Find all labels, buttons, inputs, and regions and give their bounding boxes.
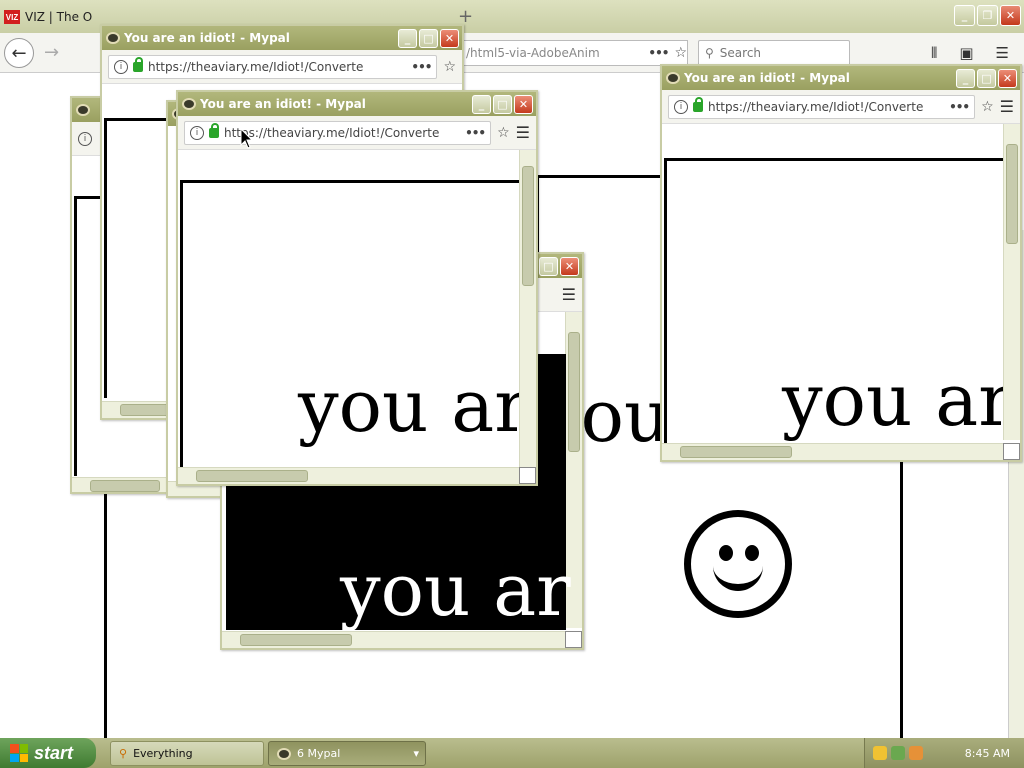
minimize-button[interactable]: _ bbox=[472, 94, 491, 114]
page-actions-icon[interactable]: ••• bbox=[648, 46, 669, 60]
network-icon[interactable] bbox=[891, 746, 905, 760]
idiot-text-white: you ar bbox=[340, 548, 571, 632]
arrow-right-icon: → bbox=[44, 42, 60, 63]
back-button[interactable]: ← bbox=[4, 38, 34, 68]
popup-url-text: https://theaviary.me/Idiot!/Converte bbox=[148, 59, 364, 74]
maximize-button[interactable]: □ bbox=[419, 28, 438, 48]
mypal-icon bbox=[666, 72, 680, 84]
smiley-face-icon bbox=[684, 510, 792, 618]
restore-button[interactable]: ❐ bbox=[977, 5, 998, 26]
info-icon[interactable]: i bbox=[674, 99, 688, 114]
frame-line-left bbox=[104, 470, 107, 738]
star-icon[interactable]: ☆ bbox=[443, 59, 456, 75]
maximize-button[interactable]: □ bbox=[977, 68, 996, 88]
search-tray-icon[interactable] bbox=[909, 746, 923, 760]
taskbar-item-mypal[interactable]: 6 Mypal ▾ bbox=[268, 741, 426, 766]
popup-window-front[interactable]: You are an idiot! - Mypal _ □ ✕ i https://… bbox=[176, 90, 538, 486]
minimize-button[interactable]: _ bbox=[398, 28, 417, 48]
page-actions-icon[interactable]: ••• bbox=[411, 60, 432, 74]
popup-nav-bar: i https://theaviary.me/Idiot!/Converte •… bbox=[178, 116, 536, 150]
close-button[interactable]: ✕ bbox=[998, 68, 1017, 88]
clock: 8:45 AM bbox=[964, 746, 1010, 760]
popup-url-text: https://theaviary.me/Idiot!/Converte bbox=[224, 125, 440, 140]
mouse-cursor-icon bbox=[240, 128, 254, 149]
close-button[interactable]: ✕ bbox=[514, 94, 533, 114]
forward-button[interactable]: → bbox=[44, 42, 59, 63]
popup-window-right[interactable]: You are an idiot! - Mypal _ □ ✕ i https://… bbox=[660, 64, 1022, 462]
arrow-left-icon: ← bbox=[11, 42, 27, 64]
popup-url-bar[interactable]: i https://theaviary.me/Idiot!/Converte •… bbox=[108, 54, 438, 79]
page-actions-icon[interactable]: ••• bbox=[949, 100, 970, 114]
info-icon[interactable]: i bbox=[190, 125, 204, 140]
main-url-bar[interactable]: /html5-via-AdobeAnim ••• ☆ bbox=[460, 40, 688, 66]
popup-url-bar[interactable]: i https://theaviary.me/Idiot!/Converte •… bbox=[668, 94, 976, 119]
maximize-button[interactable]: □ bbox=[493, 94, 512, 114]
idiot-text: you ar bbox=[298, 364, 529, 448]
search-input[interactable]: ⚲ Search bbox=[698, 40, 850, 66]
popup-nav-bar: i https://theaviary.me/Idiot!/Converte •… bbox=[662, 90, 1020, 124]
popup-titlebar[interactable]: You are an idiot! - Mypal _ □ ✕ bbox=[662, 66, 1020, 90]
taskbar-item-everything[interactable]: ⚲ Everything bbox=[110, 741, 264, 766]
popup-title: You are an idiot! - Mypal bbox=[200, 97, 366, 111]
sidebar-icon[interactable]: ▣ bbox=[959, 44, 973, 62]
popup-titlebar[interactable]: You are an idiot! - Mypal _ □ ✕ bbox=[102, 26, 462, 50]
search-placeholder: Search bbox=[719, 46, 762, 60]
frame-line-top bbox=[536, 175, 660, 178]
main-window-controls: _ ❐ ✕ bbox=[954, 5, 1021, 26]
close-button[interactable]: ✕ bbox=[440, 28, 459, 48]
lock-icon bbox=[693, 96, 703, 112]
close-button[interactable]: ✕ bbox=[560, 256, 579, 276]
magnifier-icon: ⚲ bbox=[119, 747, 128, 760]
library-icon[interactable]: ⫴ bbox=[931, 44, 937, 62]
popup-titlebar[interactable]: You are an idiot! - Mypal _ □ ✕ bbox=[178, 92, 536, 116]
hamburger-menu-icon[interactable]: ☰ bbox=[562, 285, 576, 304]
taskbar-item-label: 6 Mypal bbox=[297, 747, 341, 760]
popup-nav-bar: i https://theaviary.me/Idiot!/Converte •… bbox=[102, 50, 462, 84]
search-icon: ⚲ bbox=[705, 46, 714, 60]
windows-logo-icon bbox=[10, 744, 28, 762]
hamburger-menu-icon[interactable]: ☰ bbox=[996, 44, 1009, 62]
minimize-button[interactable]: _ bbox=[954, 5, 975, 26]
idiot-text: you ar bbox=[782, 358, 1013, 442]
toolbar-right-icons: ⫴ ▣ ☰ bbox=[920, 40, 1020, 66]
star-icon[interactable]: ☆ bbox=[981, 99, 994, 115]
lock-icon bbox=[133, 56, 143, 72]
mypal-icon bbox=[182, 98, 196, 110]
hamburger-menu-icon[interactable]: ☰ bbox=[516, 123, 530, 142]
info-icon[interactable]: i bbox=[114, 59, 128, 74]
tab-title: VIZ | The O bbox=[25, 10, 93, 24]
popup-title: You are an idiot! - Mypal bbox=[684, 71, 850, 85]
popup-title: You are an idiot! - Mypal bbox=[124, 31, 290, 45]
viz-logo-icon: VIZ bbox=[4, 10, 20, 24]
star-icon[interactable]: ☆ bbox=[497, 125, 510, 141]
mypal-icon bbox=[277, 747, 291, 760]
maximize-button[interactable]: □ bbox=[539, 256, 558, 276]
start-button[interactable]: start bbox=[0, 738, 96, 768]
shield-icon[interactable] bbox=[873, 746, 887, 760]
taskbar-item-label: Everything bbox=[133, 747, 193, 760]
page-actions-icon[interactable]: ••• bbox=[465, 126, 486, 140]
system-tray: 8:45 AM bbox=[864, 738, 1024, 768]
mypal-icon bbox=[106, 32, 120, 44]
hamburger-menu-icon[interactable]: ☰ bbox=[1000, 97, 1014, 116]
url-text: /html5-via-AdobeAnim bbox=[466, 46, 600, 60]
mypal-icon bbox=[76, 104, 90, 116]
start-label: start bbox=[34, 742, 74, 763]
popup-url-bar[interactable]: i https://theaviary.me/Idiot!/Converte •… bbox=[184, 120, 492, 145]
close-button[interactable]: ✕ bbox=[1000, 5, 1021, 26]
chevron-down-icon: ▾ bbox=[413, 747, 419, 760]
star-icon[interactable]: ☆ bbox=[674, 45, 687, 61]
minimize-button[interactable]: _ bbox=[956, 68, 975, 88]
info-icon[interactable]: i bbox=[78, 131, 92, 146]
lock-icon bbox=[209, 122, 219, 138]
frame-line-right bbox=[900, 455, 903, 738]
popup-url-text: https://theaviary.me/Idiot!/Converte bbox=[708, 99, 924, 114]
